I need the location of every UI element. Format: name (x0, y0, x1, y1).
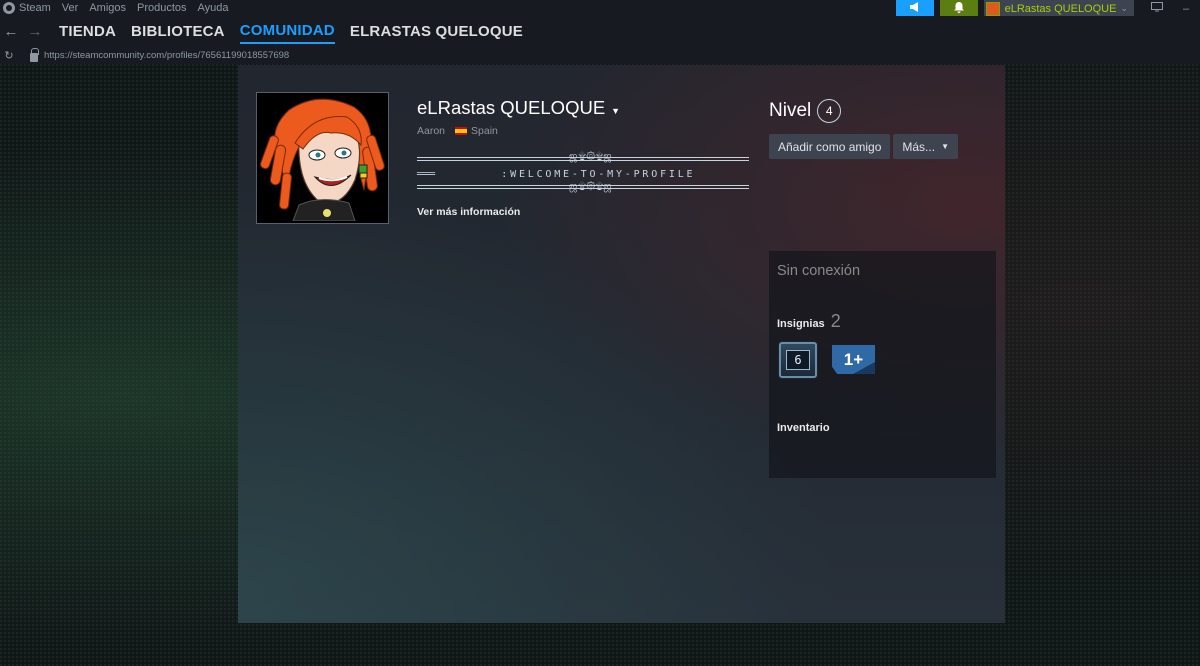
bell-icon (953, 1, 964, 16)
tab-library[interactable]: BIBLIOTECA (131, 19, 225, 43)
chevron-down-icon: ⌄ (1120, 3, 1128, 13)
forward-arrow-icon[interactable]: → (26, 23, 44, 40)
menu-friends[interactable]: Amigos (89, 2, 126, 14)
spain-flag-icon (455, 127, 468, 135)
menu-help[interactable]: Ayuda (198, 2, 229, 14)
steam-logo-icon (3, 2, 15, 14)
account-name: eLRastas QUELOQUE (1004, 2, 1117, 15)
profile-panel: eLRastas QUELOQUE ▼ Aaron Spain ஜ۩۞۩ஜ ஜ۩… (238, 65, 1005, 623)
menu-steam[interactable]: Steam (19, 2, 51, 14)
profile-summary: ஜ۩۞۩ஜ ஜ۩۞۩ஜ ═══ :WELCOME-TO-MY-PROFILE (417, 151, 753, 195)
welcome-line: ═══ :WELCOME-TO-MY-PROFILE (417, 169, 753, 180)
profile-actions: Añadir como amigo Más... ▼ (769, 134, 958, 159)
url-bar: ↻ https://steamcommunity.com/profiles/76… (0, 46, 1200, 64)
caret-down-icon[interactable]: ▼ (611, 106, 620, 116)
level-badge[interactable]: 4 (817, 99, 842, 123)
online-status: Sin conexión (777, 263, 861, 279)
tab-profile[interactable]: ELRASTAS QUELOQUE (350, 19, 523, 43)
more-label: Más... (902, 139, 936, 154)
real-name-row: Aaron Spain (417, 125, 498, 137)
more-info-link[interactable]: Ver más información (417, 206, 520, 218)
tier-badge-value: 1+ (843, 349, 864, 369)
tier-badge[interactable]: 1+ (832, 345, 875, 374)
persona-name-text: eLRastas QUELOQUE (417, 97, 606, 118)
menu-view[interactable]: Ver (62, 2, 79, 14)
years-badge-value: 6 (786, 350, 810, 370)
url-text[interactable]: https://steamcommunity.com/profiles/7656… (44, 50, 289, 61)
country: Spain (471, 125, 498, 137)
profile-side-panel: Sin conexión Insignias 2 6 1+ Inventario (769, 251, 996, 478)
inventory-link[interactable]: Inventario (777, 422, 830, 434)
more-button[interactable]: Más... ▼ (893, 134, 958, 159)
menu-products[interactable]: Productos (137, 2, 187, 14)
announcements-button[interactable] (895, 0, 934, 17)
account-menu[interactable]: eLRastas QUELOQUE ⌄ (983, 0, 1134, 17)
level-label: Nivel (769, 100, 812, 121)
big-picture-icon[interactable] (1142, 2, 1172, 15)
badges-label: Insignias (777, 318, 825, 330)
level-section: Nivel 4 (769, 99, 842, 123)
add-friend-label: Añadir como amigo (778, 139, 882, 154)
welcome-text: :WELCOME-TO-MY-PROFILE (501, 169, 696, 180)
ornament-icon: ஜ۩۞۩ஜ (569, 181, 613, 192)
tab-store[interactable]: TIENDA (59, 19, 116, 43)
notifications-button[interactable] (939, 0, 978, 17)
megaphone-icon (909, 2, 921, 15)
nav-bar: ← → TIENDA BIBLIOTECA COMUNIDAD ELRASTAS… (0, 16, 1200, 46)
add-friend-button[interactable]: Añadir como amigo (769, 134, 891, 159)
profile-avatar[interactable] (256, 92, 389, 224)
avatar (985, 1, 1000, 16)
years-of-service-badge[interactable]: 6 (779, 342, 817, 378)
caret-down-icon: ▼ (941, 142, 949, 151)
tab-community[interactable]: COMUNIDAD (239, 18, 335, 44)
reload-icon[interactable]: ↻ (2, 49, 16, 62)
badges-count: 2 (830, 311, 841, 331)
ornament-icon: ஜ۩۞۩ஜ (569, 151, 613, 162)
persona-name[interactable]: eLRastas QUELOQUE ▼ (417, 97, 620, 119)
back-arrow-icon[interactable]: ← (2, 23, 20, 40)
top-right-controls: eLRastas QUELOQUE ⌄ – (895, 0, 1200, 17)
lock-icon (30, 47, 39, 62)
avatar-illustration (259, 95, 386, 221)
divider: ═══ (417, 169, 502, 180)
real-name: Aaron (417, 125, 446, 137)
minimize-icon[interactable]: – (1172, 3, 1200, 15)
badges-header[interactable]: Insignias 2 (777, 311, 841, 332)
